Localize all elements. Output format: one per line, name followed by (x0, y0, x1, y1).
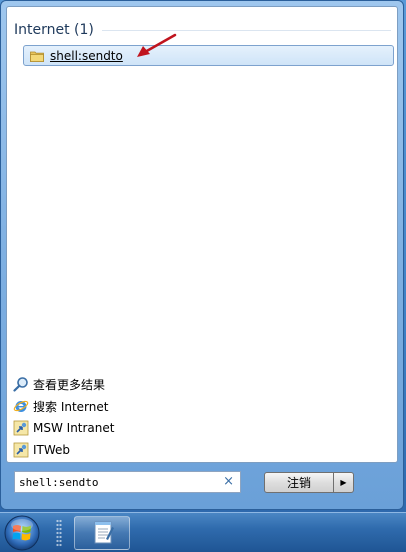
link-msw-intranet[interactable]: MSW Intranet (13, 417, 313, 439)
link-search-internet[interactable]: 搜索 Internet (13, 395, 313, 417)
folder-icon (30, 51, 44, 62)
windows-orb-icon[interactable] (2, 513, 42, 552)
link-label: 搜索 Internet (33, 399, 109, 414)
more-results-links: 查看更多结果 搜索 Internet MSW Intranet ITWeb (13, 373, 313, 461)
shortcut-icon (13, 442, 29, 458)
search-box[interactable]: × (14, 471, 241, 493)
result-item-shell-sendto[interactable]: shell:sendto (23, 45, 394, 66)
link-itweb[interactable]: ITWeb (13, 439, 313, 461)
taskbar-grip[interactable] (56, 519, 62, 547)
taskbar (0, 512, 406, 552)
start-menu: Internet (1) shell:sendto 查看更多结果 搜索 Inte… (0, 0, 404, 510)
clear-search-icon[interactable]: × (223, 475, 234, 489)
shortcut-icon (13, 420, 29, 436)
notepad-icon (94, 521, 114, 544)
group-divider (101, 29, 391, 31)
search-results-panel: Internet (1) shell:sendto 查看更多结果 搜索 Inte… (6, 6, 398, 463)
red-arrow-annotation (137, 33, 177, 57)
shutdown-controls: 注销 ▶ (264, 472, 354, 493)
link-label: ITWeb (33, 443, 71, 457)
link-see-more-results[interactable]: 查看更多结果 (13, 373, 313, 395)
ie-icon (13, 400, 29, 412)
result-item-label: shell:sendto (50, 48, 123, 63)
taskbar-button-notepad[interactable] (74, 516, 130, 550)
link-label: 查看更多结果 (33, 377, 106, 392)
shutdown-options-arrow-icon[interactable]: ▶ (334, 472, 354, 493)
logoff-button[interactable]: 注销 (264, 472, 334, 493)
search-input[interactable] (19, 475, 209, 489)
link-label: MSW Intranet (33, 421, 115, 435)
result-group-title: Internet (1) (14, 22, 94, 38)
result-group-header[interactable]: Internet (1) (14, 20, 391, 40)
search-icon (13, 377, 28, 392)
